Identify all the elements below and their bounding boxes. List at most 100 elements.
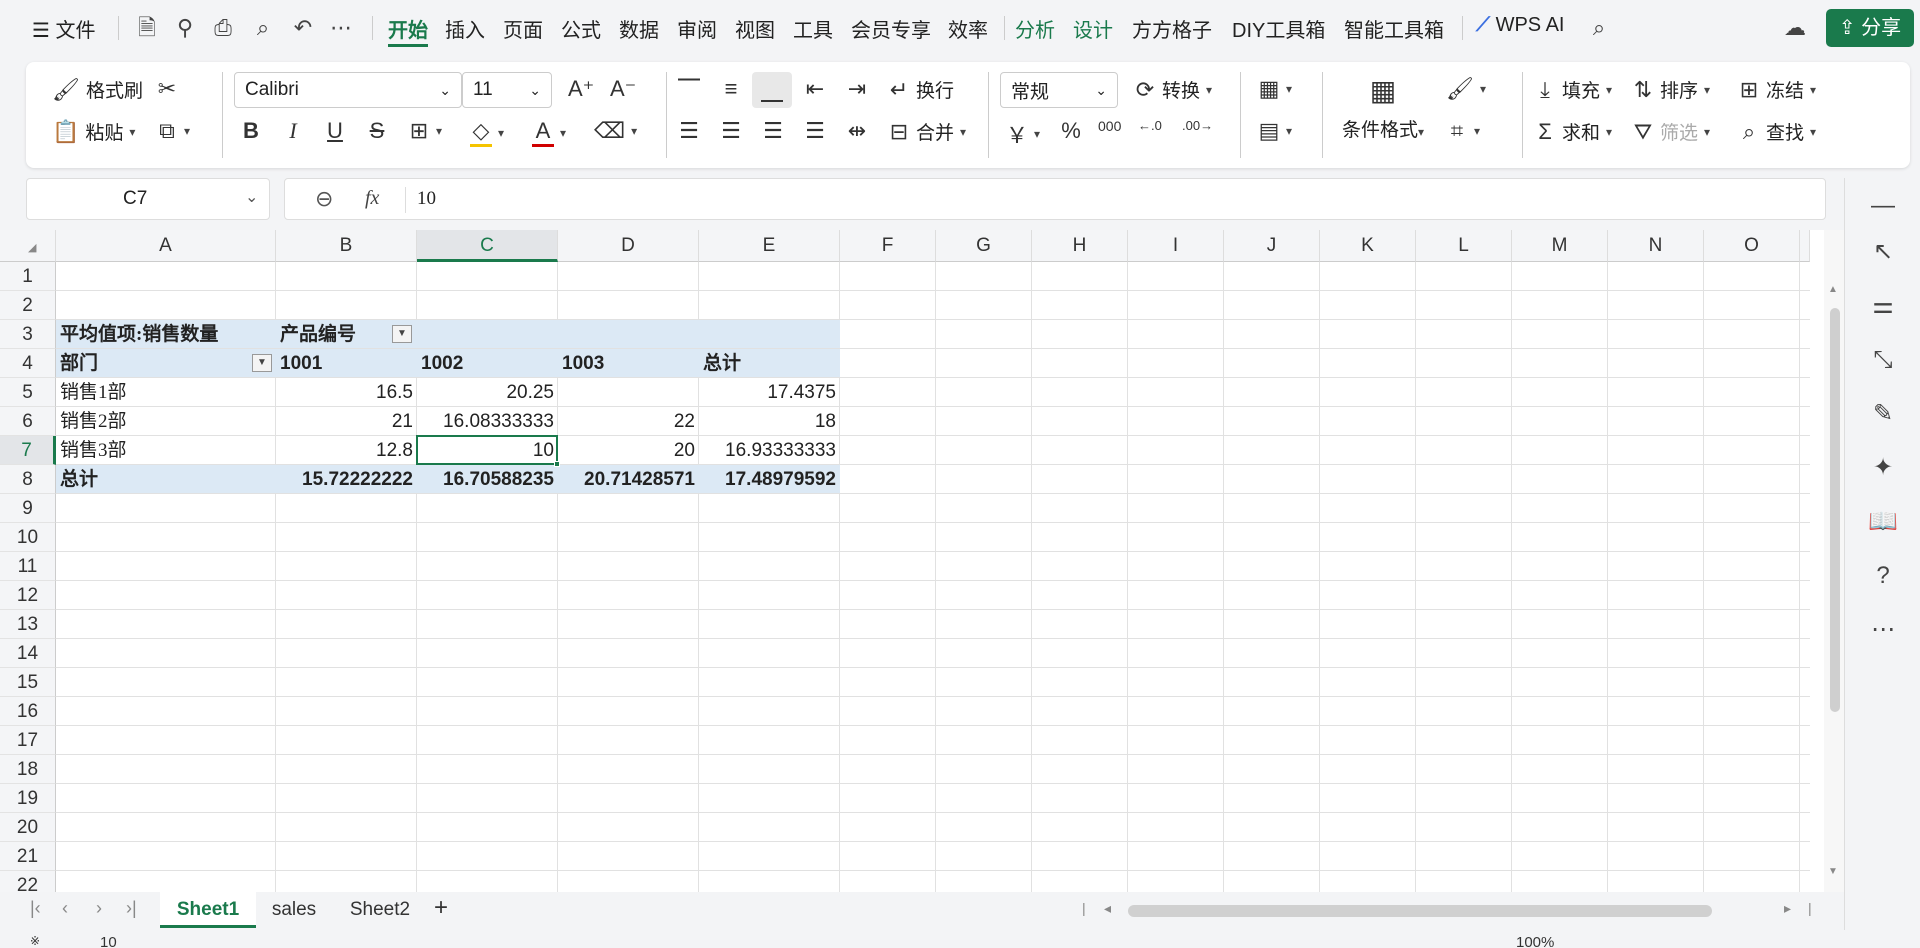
first-sheet-icon[interactable]: |‹ (30, 898, 41, 919)
cell-style-button[interactable]: 🖌 ▾ (1446, 76, 1486, 102)
format-painter-button[interactable]: 🖌 格式刷 (52, 76, 143, 103)
scroll-right-icon[interactable]: ▸ (1784, 900, 1791, 917)
pivot-value-cell[interactable] (558, 378, 695, 407)
row-header-13[interactable]: 13 (0, 610, 56, 639)
filter-button[interactable]: ⛛ 筛选 ▾ (1632, 118, 1710, 145)
row-header-21[interactable]: 21 (0, 842, 56, 871)
scroll-left-icon[interactable]: ◂ (1104, 900, 1111, 917)
tab-insert[interactable]: 插入 (445, 14, 485, 43)
resize-icon[interactable]: ⤡ (1867, 344, 1899, 376)
strikethrough-button[interactable]: S (366, 118, 388, 144)
pivot-value-cell[interactable]: 20.25 (417, 378, 554, 407)
column-header-o[interactable]: O (1704, 230, 1800, 262)
convert-button[interactable]: ⟳ 转换 ▾ (1134, 76, 1212, 103)
fill-handle[interactable] (554, 461, 560, 467)
tab-home[interactable]: 开始 (388, 14, 428, 43)
column-header-n[interactable]: N (1608, 230, 1704, 262)
scroll-divider-icon[interactable]: | (1808, 900, 1812, 916)
row-header-11[interactable]: 11 (0, 552, 56, 581)
italic-button[interactable]: I (282, 118, 304, 144)
scroll-down-icon[interactable]: ▼ (1828, 866, 1838, 877)
vertical-scrollbar[interactable]: ▲ ▼ (1824, 230, 1844, 892)
pivot-value-cell[interactable]: 20 (558, 436, 695, 465)
row-header-4[interactable]: 4 (0, 349, 56, 378)
search-icon[interactable]: ⌕ (1586, 15, 1612, 41)
row-header-12[interactable]: 12 (0, 581, 56, 610)
row-header-14[interactable]: 14 (0, 639, 56, 668)
row-field-filter-icon[interactable]: ▼ (252, 354, 272, 372)
border-button[interactable]: ⊞ ▾ (408, 118, 442, 144)
print-preview-icon[interactable]: ⌕ (250, 15, 276, 41)
column-header-e[interactable]: E (699, 230, 840, 262)
pivot-value-cell[interactable]: 17.4375 (699, 378, 836, 407)
sheet-tab-sheet2[interactable]: Sheet2 (340, 892, 420, 928)
wps-ai-button[interactable]: ⟋ WPS AI (1476, 14, 1564, 37)
underline-button[interactable]: U (324, 118, 346, 144)
row-header-20[interactable]: 20 (0, 813, 56, 842)
pivot-column-header[interactable]: 1001 (280, 349, 322, 378)
row-header-16[interactable]: 16 (0, 697, 56, 726)
row-header-8[interactable]: 8 (0, 465, 56, 494)
pivot-column-header[interactable]: 1002 (421, 349, 463, 378)
zoom-level[interactable]: 100% (1516, 934, 1554, 948)
align-right-button[interactable]: ☰ (762, 118, 784, 144)
pivot-value-cell[interactable]: 16.5 (276, 378, 413, 407)
column-header-i[interactable]: I (1128, 230, 1224, 262)
tab-diy-toolbox[interactable]: DIY工具箱 (1232, 14, 1325, 43)
help-icon[interactable]: ? (1867, 560, 1899, 592)
pivot-row-field[interactable]: 部门 (60, 349, 98, 378)
pivot-row-label[interactable]: 销售3部 (60, 436, 127, 465)
scroll-thumb[interactable] (1830, 308, 1840, 712)
increase-decimal-button[interactable]: ←.0 (1138, 118, 1162, 133)
row-header-19[interactable]: 19 (0, 784, 56, 813)
column-field-filter-icon[interactable]: ▼ (392, 325, 412, 343)
column-header-j[interactable]: J (1224, 230, 1320, 262)
formula-input[interactable]: 10 (417, 188, 436, 210)
row-header-17[interactable]: 17 (0, 726, 56, 755)
pivot-value-cell[interactable]: 16.93333333 (699, 436, 836, 465)
sort-button[interactable]: ⇅ 排序 ▾ (1632, 76, 1710, 103)
tab-analyze[interactable]: 分析 (1015, 14, 1055, 43)
book-icon[interactable]: 📖 (1867, 506, 1899, 538)
pivot-grand-total-cell[interactable]: 16.70588235 (417, 465, 554, 494)
thousands-button[interactable]: 000 (1098, 118, 1121, 134)
last-sheet-icon[interactable]: ›| (126, 898, 137, 919)
increase-font-button[interactable]: A⁺ (568, 76, 594, 102)
more-icon[interactable]: ⋯ (1867, 614, 1899, 646)
font-size-select[interactable]: 11 ⌄ (462, 72, 552, 108)
tab-view[interactable]: 视图 (735, 14, 775, 43)
horizontal-scrollbar[interactable] (1128, 905, 1712, 917)
align-middle-button[interactable]: ≡ (720, 76, 742, 102)
sliders-icon[interactable]: ⚌ (1867, 290, 1899, 322)
bold-button[interactable]: B (240, 118, 262, 144)
pivot-value-cell[interactable]: 18 (699, 407, 836, 436)
tab-efficiency[interactable]: 效率 (948, 14, 988, 43)
fx-button[interactable]: fx (365, 187, 379, 210)
pivot-grand-total-cell[interactable]: 17.48979592 (699, 465, 836, 494)
crop-button[interactable]: ⌗ ▾ (1446, 118, 1480, 144)
cut-button[interactable]: ✂ (156, 76, 178, 102)
prev-sheet-icon[interactable]: ‹ (62, 898, 68, 919)
row-header-15[interactable]: 15 (0, 668, 56, 697)
align-center-button[interactable]: ☰ (720, 118, 742, 144)
align-left-button[interactable]: ☰ (678, 118, 700, 144)
row-header-2[interactable]: 2 (0, 291, 56, 320)
row-header-5[interactable]: 5 (0, 378, 56, 407)
column-header-l[interactable]: L (1416, 230, 1512, 262)
percent-button[interactable]: % (1060, 118, 1082, 144)
zoom-formula-icon[interactable]: ⊖ (315, 186, 333, 212)
row-header-3[interactable]: 3 (0, 320, 56, 349)
pivot-value-cell[interactable]: 16.08333333 (417, 407, 554, 436)
tab-ffgz[interactable]: 方方格子 (1132, 14, 1212, 43)
pivot-grand-total-cell[interactable]: 20.71428571 (558, 465, 695, 494)
row-header-6[interactable]: 6 (0, 407, 56, 436)
formula-bar[interactable]: ⊖ fx 10 (284, 178, 1826, 220)
cloud-icon[interactable]: ☁ (1782, 15, 1808, 41)
pivot-value-cell[interactable]: 21 (276, 407, 413, 436)
column-header-b[interactable]: B (276, 230, 417, 262)
cloud-save-icon[interactable]: ⚲ (172, 15, 198, 41)
pivot-value-label[interactable]: 平均值项:销售数量 (60, 320, 218, 349)
brush-icon[interactable]: ✎ (1867, 398, 1899, 430)
spreadsheet-grid[interactable]: ◢ A B C D E F G H I J K L M N O 1 2 3 4 5 6 7 8 9 10 11 12 13 14 15 16 1… (0, 230, 1844, 900)
pivot-value-cell[interactable]: 12.8 (276, 436, 413, 465)
